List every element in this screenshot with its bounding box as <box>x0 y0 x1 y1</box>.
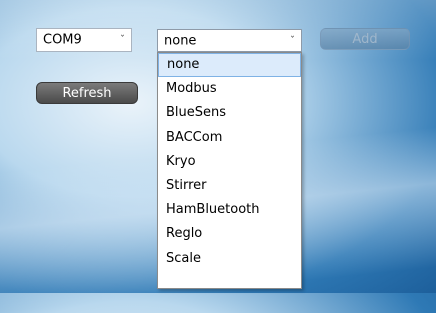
dropdown-option[interactable]: Kryo <box>158 150 301 174</box>
chevron-down-icon: ˇ <box>290 35 295 46</box>
chevron-down-icon: ˇ <box>120 34 125 46</box>
dropdown-option[interactable]: Reglo <box>158 222 301 246</box>
device-select-value: none <box>164 33 197 48</box>
refresh-button[interactable]: Refresh <box>36 82 138 104</box>
dropdown-option[interactable]: BACCom <box>158 126 301 150</box>
dropdown-option[interactable]: HamBluetooth <box>158 198 301 222</box>
device-dropdown-list: none Modbus BlueSens BACCom Kryo Stirrer… <box>157 52 302 289</box>
dropdown-option[interactable]: Scale <box>158 247 301 271</box>
dropdown-option[interactable]: BlueSens <box>158 101 301 125</box>
device-select[interactable]: none ˇ <box>157 29 302 52</box>
dropdown-option[interactable]: Modbus <box>158 77 301 101</box>
dropdown-option[interactable]: none <box>158 53 301 78</box>
dropdown-option[interactable]: Stirrer <box>158 174 301 198</box>
port-select-value: COM9 <box>43 32 82 48</box>
port-select[interactable]: COM9 ˇ <box>36 28 132 52</box>
add-button[interactable]: Add <box>320 28 410 50</box>
